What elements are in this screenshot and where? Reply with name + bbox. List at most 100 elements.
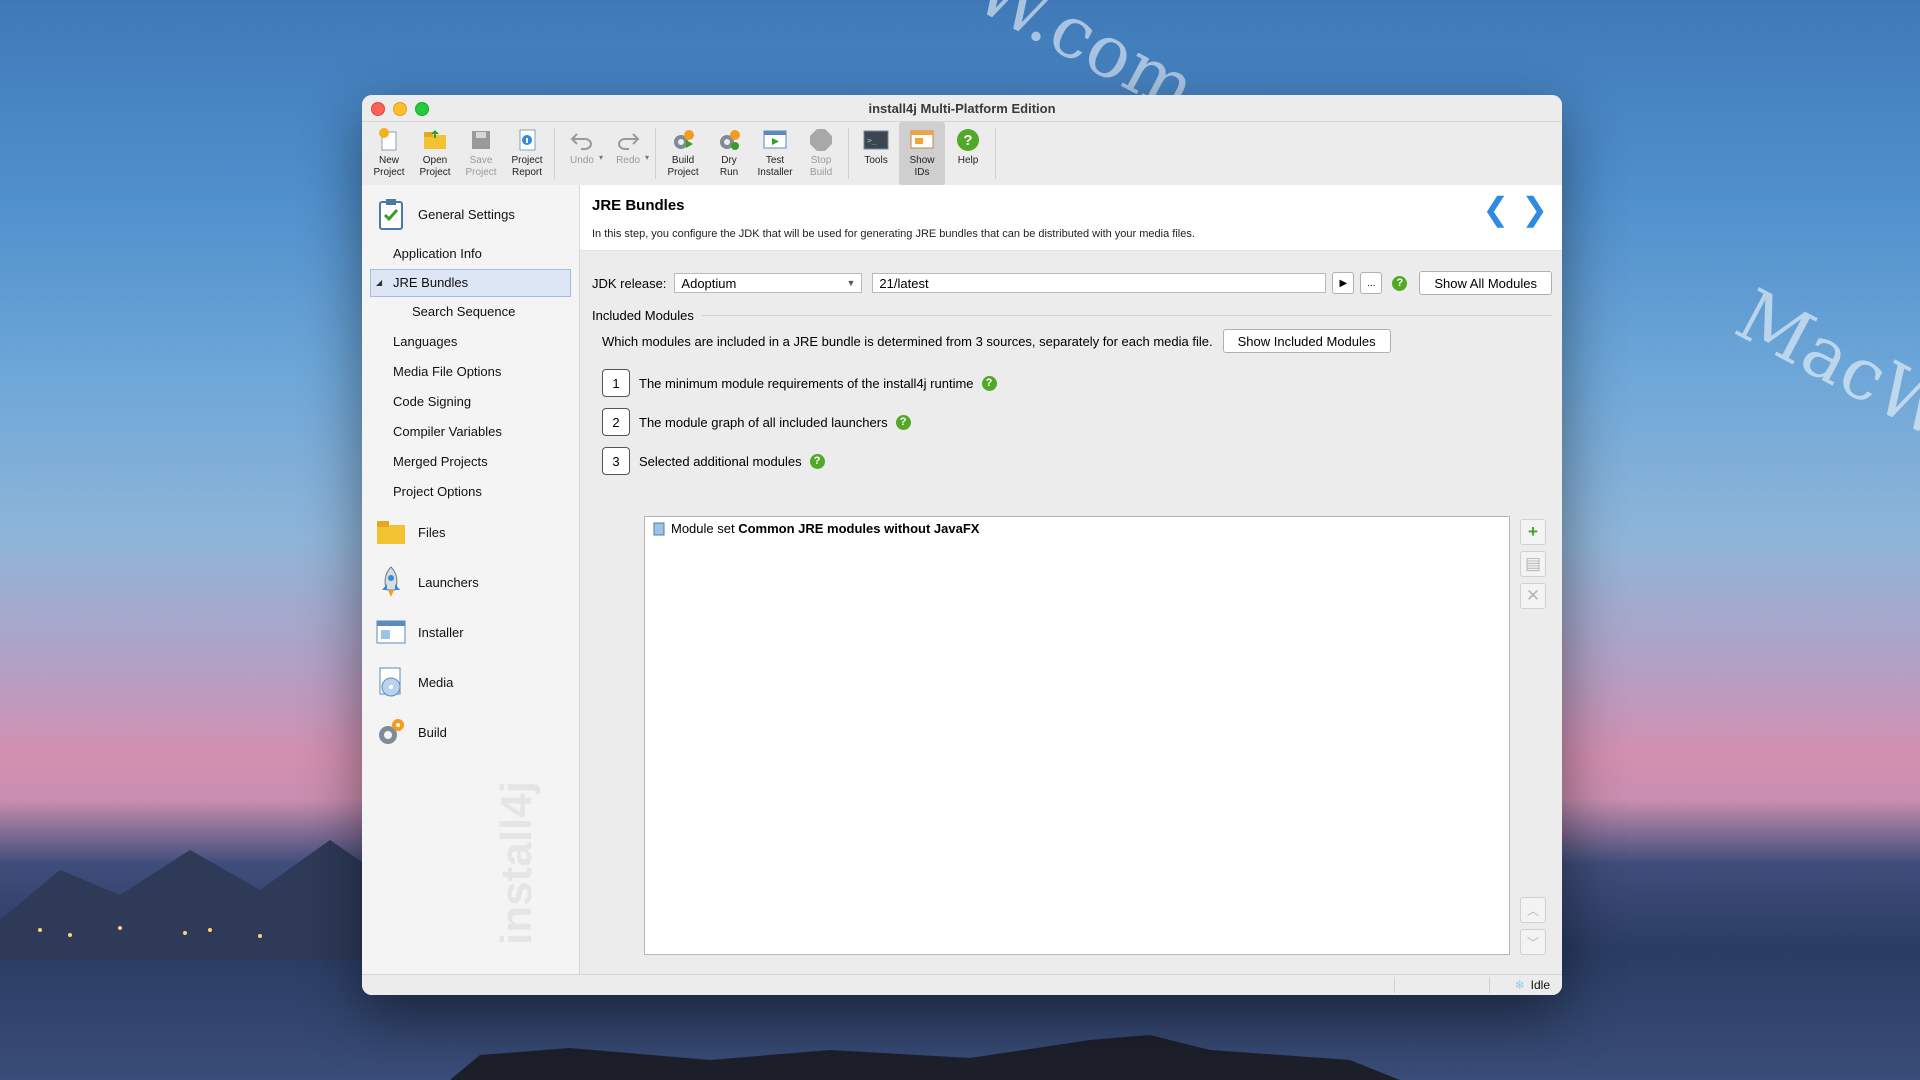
edit-module-button[interactable]: ▤ bbox=[1520, 551, 1546, 577]
watermark: MacW.com bbox=[1723, 272, 1920, 532]
step-header: JRE Bundles In this step, you configure … bbox=[580, 185, 1562, 251]
forward-arrow-icon[interactable]: ❯ bbox=[1521, 193, 1548, 225]
show-all-modules-button[interactable]: Show All Modules bbox=[1419, 271, 1552, 295]
open-project-button[interactable]: Open Project bbox=[412, 122, 458, 185]
move-down-button[interactable]: ﹀ bbox=[1520, 929, 1546, 955]
sidebar-section-label: Launchers bbox=[418, 574, 479, 590]
help-icon[interactable]: ? bbox=[895, 414, 911, 430]
chevron-down-icon: ﹀ bbox=[1526, 935, 1539, 950]
clipboard-checklist-icon bbox=[376, 198, 406, 230]
source-row: 2 The module graph of all included launc… bbox=[602, 408, 911, 436]
module-set-name: Common JRE modules without JavaFX bbox=[738, 521, 980, 536]
sidebar-item-jre-bundles[interactable]: ◢ JRE Bundles bbox=[370, 269, 571, 297]
sidebar-item-merged-projects[interactable]: Merged Projects bbox=[362, 447, 579, 477]
undo-icon bbox=[569, 128, 595, 152]
show-ids-icon bbox=[909, 128, 935, 152]
tools-icon: >_ bbox=[863, 128, 889, 152]
save-project-button[interactable]: Save Project bbox=[458, 122, 504, 185]
list-item[interactable]: Module set Common JRE modules without Ja… bbox=[653, 521, 1509, 536]
project-report-button[interactable]: Project Report bbox=[504, 122, 550, 185]
sidebar-item-languages[interactable]: Languages bbox=[362, 327, 579, 357]
build-gears-icon bbox=[376, 716, 406, 748]
jdk-version-field[interactable]: 21/latest bbox=[872, 273, 1327, 293]
source-number-badge: 2 bbox=[602, 408, 630, 436]
toolbar-label: Project Report bbox=[511, 155, 543, 178]
help-icon[interactable]: ? bbox=[1392, 275, 1408, 291]
undo-dropdown-icon[interactable]: ▾ bbox=[599, 153, 603, 162]
app-window: install4j Multi-Platform Edition New Proj… bbox=[362, 95, 1562, 995]
stop-build-icon bbox=[808, 128, 834, 152]
toolbar-label: Stop Build bbox=[809, 155, 833, 178]
watermark-vertical: install4j bbox=[492, 781, 541, 945]
new-project-button[interactable]: New Project bbox=[366, 122, 412, 185]
show-ids-button[interactable]: Show IDs bbox=[899, 122, 946, 185]
sidebar-item-compiler-variables[interactable]: Compiler Variables bbox=[362, 417, 579, 447]
sidebar-section-general-settings[interactable]: General Settings bbox=[362, 189, 579, 239]
sidebar-section-files[interactable]: Files bbox=[362, 507, 579, 557]
svg-text:>_: >_ bbox=[867, 136, 877, 145]
step-description: In this step, you configure the JDK that… bbox=[592, 228, 1195, 240]
jdk-version-menu-button[interactable]: ▶ bbox=[1332, 272, 1355, 294]
svg-text:?: ? bbox=[963, 132, 972, 149]
main-panel: JRE Bundles In this step, you configure … bbox=[580, 185, 1562, 975]
sidebar-item-application-info[interactable]: Application Info bbox=[362, 239, 579, 269]
help-button[interactable]: ? Help bbox=[945, 122, 991, 185]
source-number-badge: 3 bbox=[602, 447, 630, 475]
toolbar-label: Test Installer bbox=[757, 155, 793, 178]
jdk-release-label: JDK release: bbox=[592, 275, 667, 291]
sidebar-section-label: General Settings bbox=[418, 206, 515, 222]
sidebar-section-label: Media bbox=[418, 674, 454, 690]
jdk-vendor-select[interactable]: Adoptium ▼ bbox=[674, 273, 863, 293]
sidebar-section-label: Files bbox=[418, 524, 446, 540]
toolbar-label: Redo bbox=[616, 155, 640, 166]
help-icon: ? bbox=[955, 128, 981, 152]
title-bar: install4j Multi-Platform Edition bbox=[362, 95, 1562, 122]
build-project-icon bbox=[670, 128, 696, 152]
sidebar-item-project-options[interactable]: Project Options bbox=[362, 477, 579, 507]
toolbar-label: Build Project bbox=[667, 155, 699, 178]
chevron-up-icon: ︿ bbox=[1526, 903, 1539, 918]
plus-icon: + bbox=[1528, 522, 1538, 541]
help-icon[interactable]: ? bbox=[809, 453, 825, 469]
installer-window-icon bbox=[376, 616, 406, 648]
sources-description: Which modules are included in a JRE bund… bbox=[602, 333, 1213, 349]
sidebar-section-build[interactable]: Build bbox=[362, 707, 579, 757]
new-project-icon bbox=[376, 128, 402, 152]
toolbar-label: Undo bbox=[570, 155, 594, 166]
toolbar: New Project Open Project Save Project Proje… bbox=[362, 122, 1562, 186]
folder-icon bbox=[376, 516, 406, 548]
sidebar-item-search-sequence[interactable]: Search Sequence bbox=[362, 297, 579, 327]
toolbar-label: New Project bbox=[373, 155, 405, 178]
toolbar-label: Dry Run bbox=[719, 155, 739, 178]
source-text: The minimum module requirements of the i… bbox=[639, 375, 974, 391]
toolbar-label: Tools bbox=[864, 155, 888, 166]
tools-button[interactable]: >_ Tools bbox=[853, 122, 899, 185]
add-module-button[interactable]: + bbox=[1520, 519, 1546, 545]
sidebar-section-launchers[interactable]: Launchers bbox=[362, 557, 579, 607]
sidebar-item-media-file-options[interactable]: Media File Options bbox=[362, 357, 579, 387]
dry-run-button[interactable]: Dry Run bbox=[706, 122, 752, 185]
step-body: JDK release: Adoptium ▼ 21/latest ▶ ... … bbox=[580, 251, 1562, 975]
back-arrow-icon[interactable]: ❮ bbox=[1482, 193, 1509, 225]
save-project-icon bbox=[468, 128, 494, 152]
remove-module-button[interactable]: ✕ bbox=[1520, 583, 1546, 609]
show-included-modules-button[interactable]: Show Included Modules bbox=[1222, 329, 1391, 353]
jdk-version-value: 21/latest bbox=[879, 275, 929, 291]
stop-build-button[interactable]: Stop Build bbox=[798, 122, 844, 185]
sidebar-section-installer[interactable]: Installer bbox=[362, 607, 579, 657]
play-arrow-icon: ▶ bbox=[1339, 277, 1348, 289]
edit-document-icon: ▤ bbox=[1524, 554, 1542, 573]
help-icon[interactable]: ? bbox=[981, 375, 997, 391]
build-project-button[interactable]: Build Project bbox=[660, 122, 706, 185]
background-rocks bbox=[450, 1035, 1400, 1080]
expanded-triangle-icon[interactable]: ◢ bbox=[376, 270, 382, 296]
sidebar-section-media[interactable]: Media bbox=[362, 657, 579, 707]
test-installer-button[interactable]: Test Installer bbox=[752, 122, 798, 185]
additional-modules-list[interactable]: Module set Common JRE modules without Ja… bbox=[644, 516, 1510, 955]
open-project-icon bbox=[422, 128, 448, 152]
move-up-button[interactable]: ︿ bbox=[1520, 897, 1546, 923]
redo-dropdown-icon[interactable]: ▾ bbox=[645, 153, 649, 162]
sidebar-item-code-signing[interactable]: Code Signing bbox=[362, 387, 579, 417]
browse-jdk-button[interactable]: ... bbox=[1360, 272, 1383, 294]
page-title: JRE Bundles bbox=[592, 197, 685, 214]
